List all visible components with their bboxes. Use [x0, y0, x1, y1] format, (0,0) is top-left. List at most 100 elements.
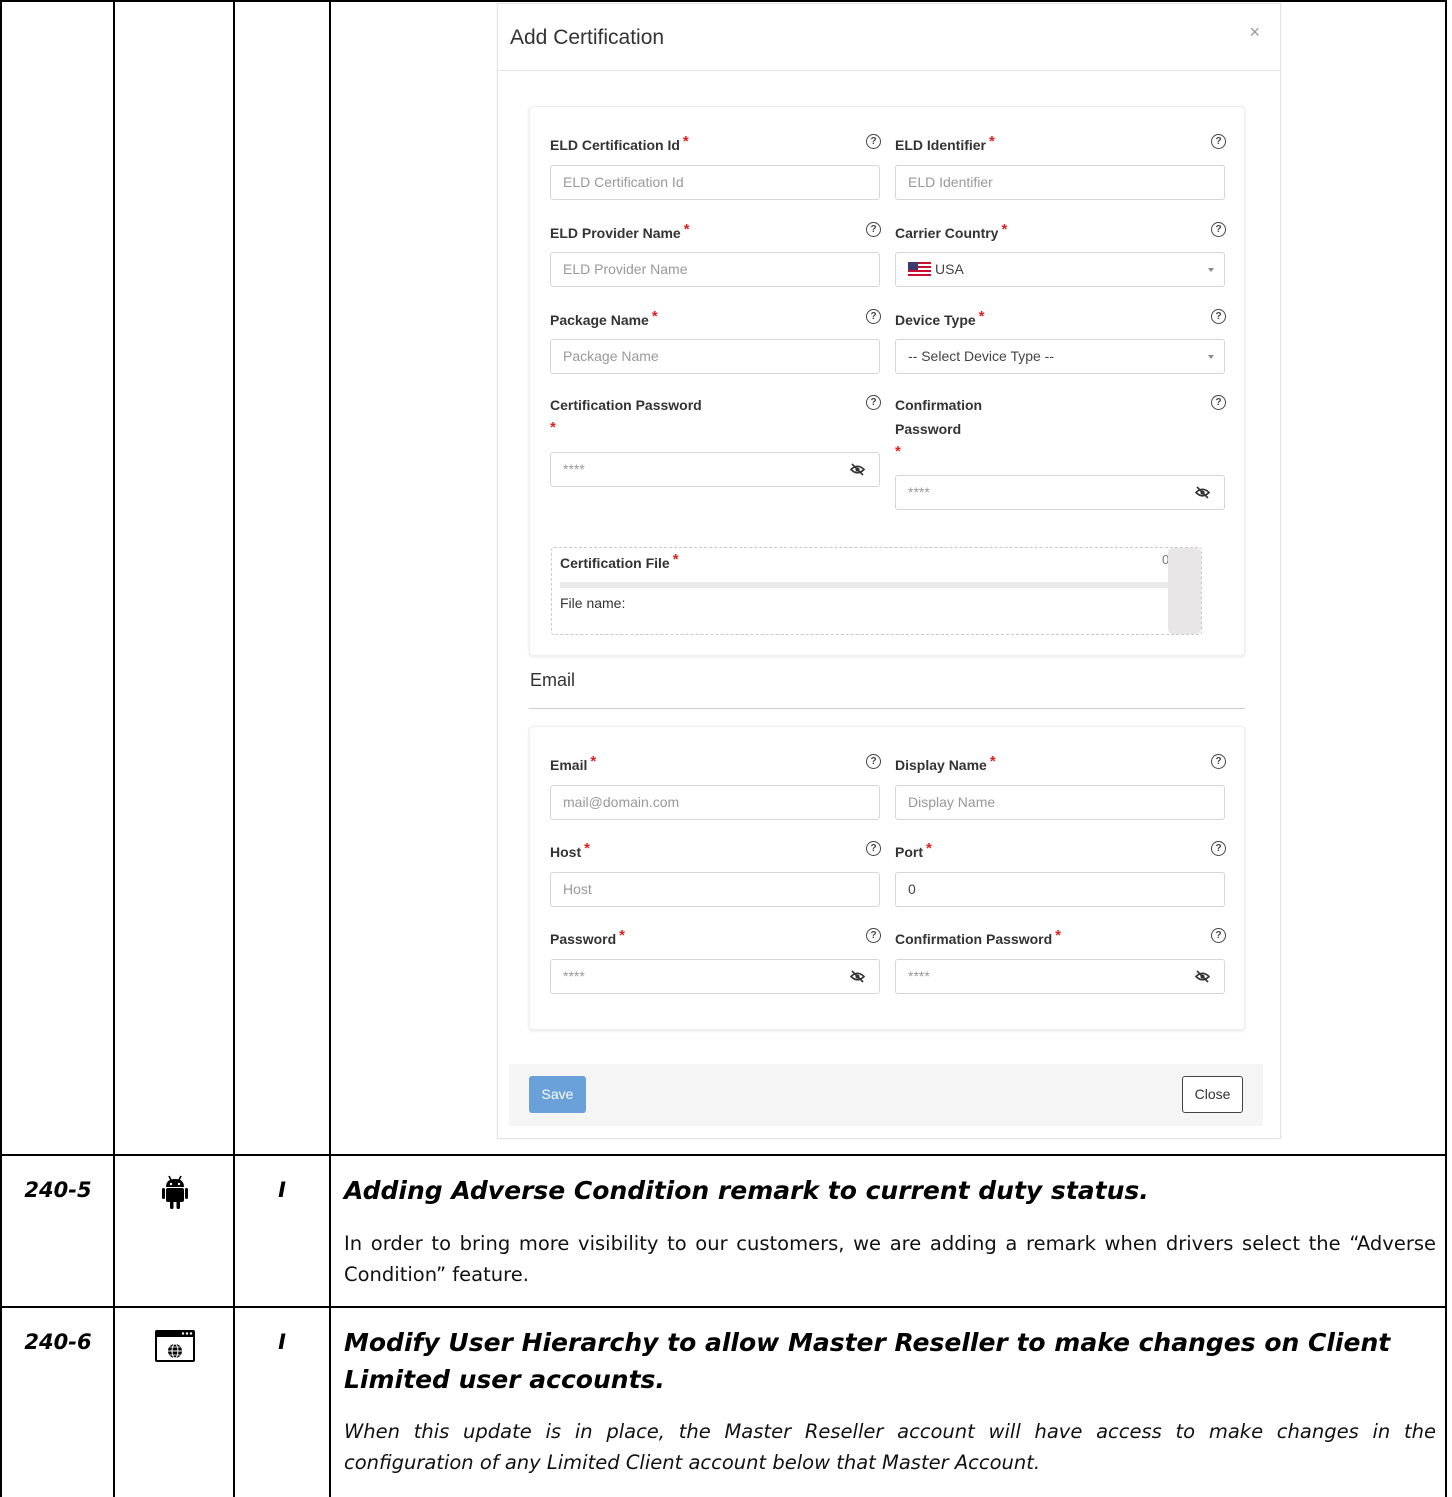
confirm-password-required: *	[895, 443, 901, 468]
table-column-divider	[113, 0, 115, 1497]
confirm-password-label-line1: Confirmation	[895, 397, 983, 413]
scrollbar[interactable]	[1168, 548, 1201, 634]
password-input[interactable]: ****	[550, 959, 880, 994]
help-icon[interactable]: ?	[866, 841, 881, 856]
password-value: ****	[563, 968, 585, 984]
required-mark: *	[989, 753, 996, 770]
required-mark: *	[989, 133, 995, 150]
eld-identifier-label: ELD Identifier *	[895, 133, 995, 158]
carrier-country-label-text: Carrier Country	[895, 225, 999, 241]
row-description: In order to bring more visibility to our…	[344, 1232, 1436, 1286]
email-label: Email *	[550, 753, 596, 778]
help-icon[interactable]: ?	[866, 754, 881, 769]
cert-password-input[interactable]: ****	[550, 452, 880, 487]
save-button[interactable]: Save	[529, 1076, 586, 1113]
web-browser-icon	[116, 1330, 233, 1362]
email-input[interactable]: mail@domain.com	[550, 785, 880, 820]
certification-file-label: Certification File *	[560, 551, 679, 576]
display-name-label: Display Name *	[895, 753, 996, 778]
eld-identifier-label-text: ELD Identifier	[895, 137, 987, 153]
required-mark: *	[682, 133, 689, 150]
required-mark: *	[550, 419, 556, 436]
host-label: Host *	[550, 840, 590, 865]
row-description: When this update is in place, the Master…	[344, 1420, 1436, 1474]
cert-password-label: Certification Password	[550, 393, 702, 417]
help-icon[interactable]: ?	[1211, 309, 1226, 324]
modal-header: Add Certification ×	[498, 4, 1280, 71]
eye-slash-icon[interactable]	[1195, 970, 1210, 983]
host-input[interactable]: Host	[550, 872, 880, 907]
help-icon[interactable]: ?	[866, 222, 881, 237]
package-name-label: Package Name *	[550, 308, 658, 333]
table-top-border	[0, 0, 1447, 2]
table-border-right	[1445, 0, 1447, 1497]
cert-password-label-text: Certification Password	[550, 397, 702, 413]
port-input[interactable]: 0	[895, 872, 1225, 907]
confirm-password-value: ****	[908, 484, 930, 500]
required-mark: *	[895, 443, 901, 460]
help-icon[interactable]: ?	[866, 134, 881, 149]
help-icon[interactable]: ?	[1211, 841, 1226, 856]
carrier-country-select[interactable]: USA	[895, 252, 1225, 287]
help-icon[interactable]: ?	[1211, 134, 1226, 149]
row-type: I	[278, 1178, 286, 1202]
help-icon[interactable]: ?	[1211, 395, 1226, 410]
certification-file-label-text: Certification File	[560, 555, 670, 571]
email-confirm-password-label: Confirmation Password *	[895, 927, 1061, 952]
port-label-text: Port	[895, 844, 923, 860]
eld-identifier-input[interactable]: ELD Identifier	[895, 165, 1225, 200]
eld-cert-id-label-text: ELD Certification Id	[550, 137, 680, 153]
help-icon[interactable]: ?	[866, 928, 881, 943]
required-mark: *	[672, 551, 679, 568]
section-divider	[529, 708, 1245, 709]
required-mark: *	[978, 308, 985, 325]
package-name-label-text: Package Name	[550, 312, 649, 328]
provider-name-input[interactable]: ELD Provider Name	[550, 252, 880, 287]
package-name-input[interactable]: Package Name	[550, 339, 880, 374]
table-border-left	[0, 0, 2, 1497]
required-mark: *	[1001, 221, 1008, 238]
row-title: Adding Adverse Condition remark to curre…	[344, 1176, 1149, 1205]
close-button[interactable]: Close	[1182, 1076, 1243, 1113]
help-icon[interactable]: ?	[1211, 754, 1226, 769]
carrier-country-value: USA	[935, 261, 964, 277]
file-name-label: File name:	[560, 595, 626, 611]
email-label-text: Email	[550, 757, 588, 773]
required-mark: *	[926, 840, 932, 857]
required-mark: *	[619, 927, 625, 944]
port-label: Port *	[895, 840, 932, 865]
table-column-divider	[233, 0, 235, 1497]
host-label-text: Host	[550, 844, 582, 860]
eld-cert-id-input[interactable]: ELD Certification Id	[550, 165, 880, 200]
help-icon[interactable]: ?	[866, 395, 881, 410]
confirm-password-label-2: Password	[895, 417, 961, 441]
confirm-password-input[interactable]: ****	[895, 475, 1225, 510]
email-confirm-password-label-text: Confirmation Password	[895, 931, 1053, 947]
email-confirm-password-input[interactable]: ****	[895, 959, 1225, 994]
eye-slash-icon[interactable]	[850, 463, 865, 476]
help-icon[interactable]: ?	[866, 309, 881, 324]
display-name-label-text: Display Name	[895, 757, 987, 773]
device-type-select[interactable]: -- Select Device Type --	[895, 339, 1225, 374]
help-icon[interactable]: ?	[1211, 222, 1226, 237]
close-icon[interactable]: ×	[1249, 22, 1260, 43]
provider-name-label: ELD Provider Name *	[550, 221, 690, 246]
us-flag-icon	[908, 261, 931, 276]
upload-progress-bar	[560, 582, 1183, 588]
row-id: 240-6	[24, 1330, 92, 1354]
eye-slash-icon[interactable]	[1195, 486, 1210, 499]
display-name-input[interactable]: Display Name	[895, 785, 1225, 820]
certification-file-dropzone[interactable]: Certification File* 0% File name:	[551, 547, 1202, 635]
cert-password-value: ****	[563, 461, 585, 477]
modal-title: Add Certification	[510, 26, 665, 49]
email-section-title: Email	[530, 670, 576, 690]
table-column-divider	[329, 0, 331, 1497]
row-type: I	[278, 1330, 286, 1354]
email-card: Email * ? mail@domain.com Display Name * ?…	[529, 726, 1245, 1030]
table-row-divider	[0, 1306, 1447, 1308]
modal-footer: Save Close	[509, 1064, 1263, 1126]
help-icon[interactable]: ?	[1211, 928, 1226, 943]
row-title: Modify User Hierarchy to allow Master Re…	[344, 1328, 1391, 1394]
eye-slash-icon[interactable]	[850, 970, 865, 983]
cert-password-required: *	[550, 419, 556, 444]
